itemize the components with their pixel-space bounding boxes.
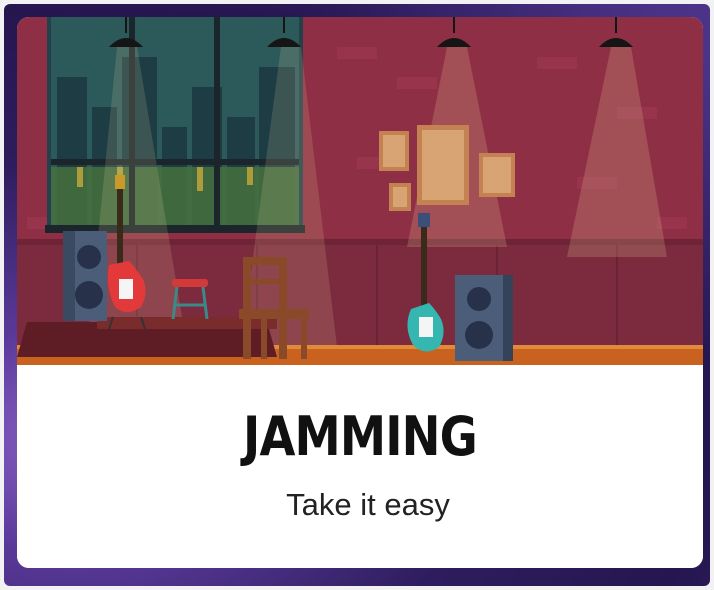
music-stage-illustration [17,17,703,365]
card-title: JAMMING [243,405,478,468]
activity-card[interactable]: JAMMING Take it easy [17,17,703,568]
card-caption: JAMMING Take it easy [17,365,703,568]
card-subtitle: Take it easy [286,487,450,522]
